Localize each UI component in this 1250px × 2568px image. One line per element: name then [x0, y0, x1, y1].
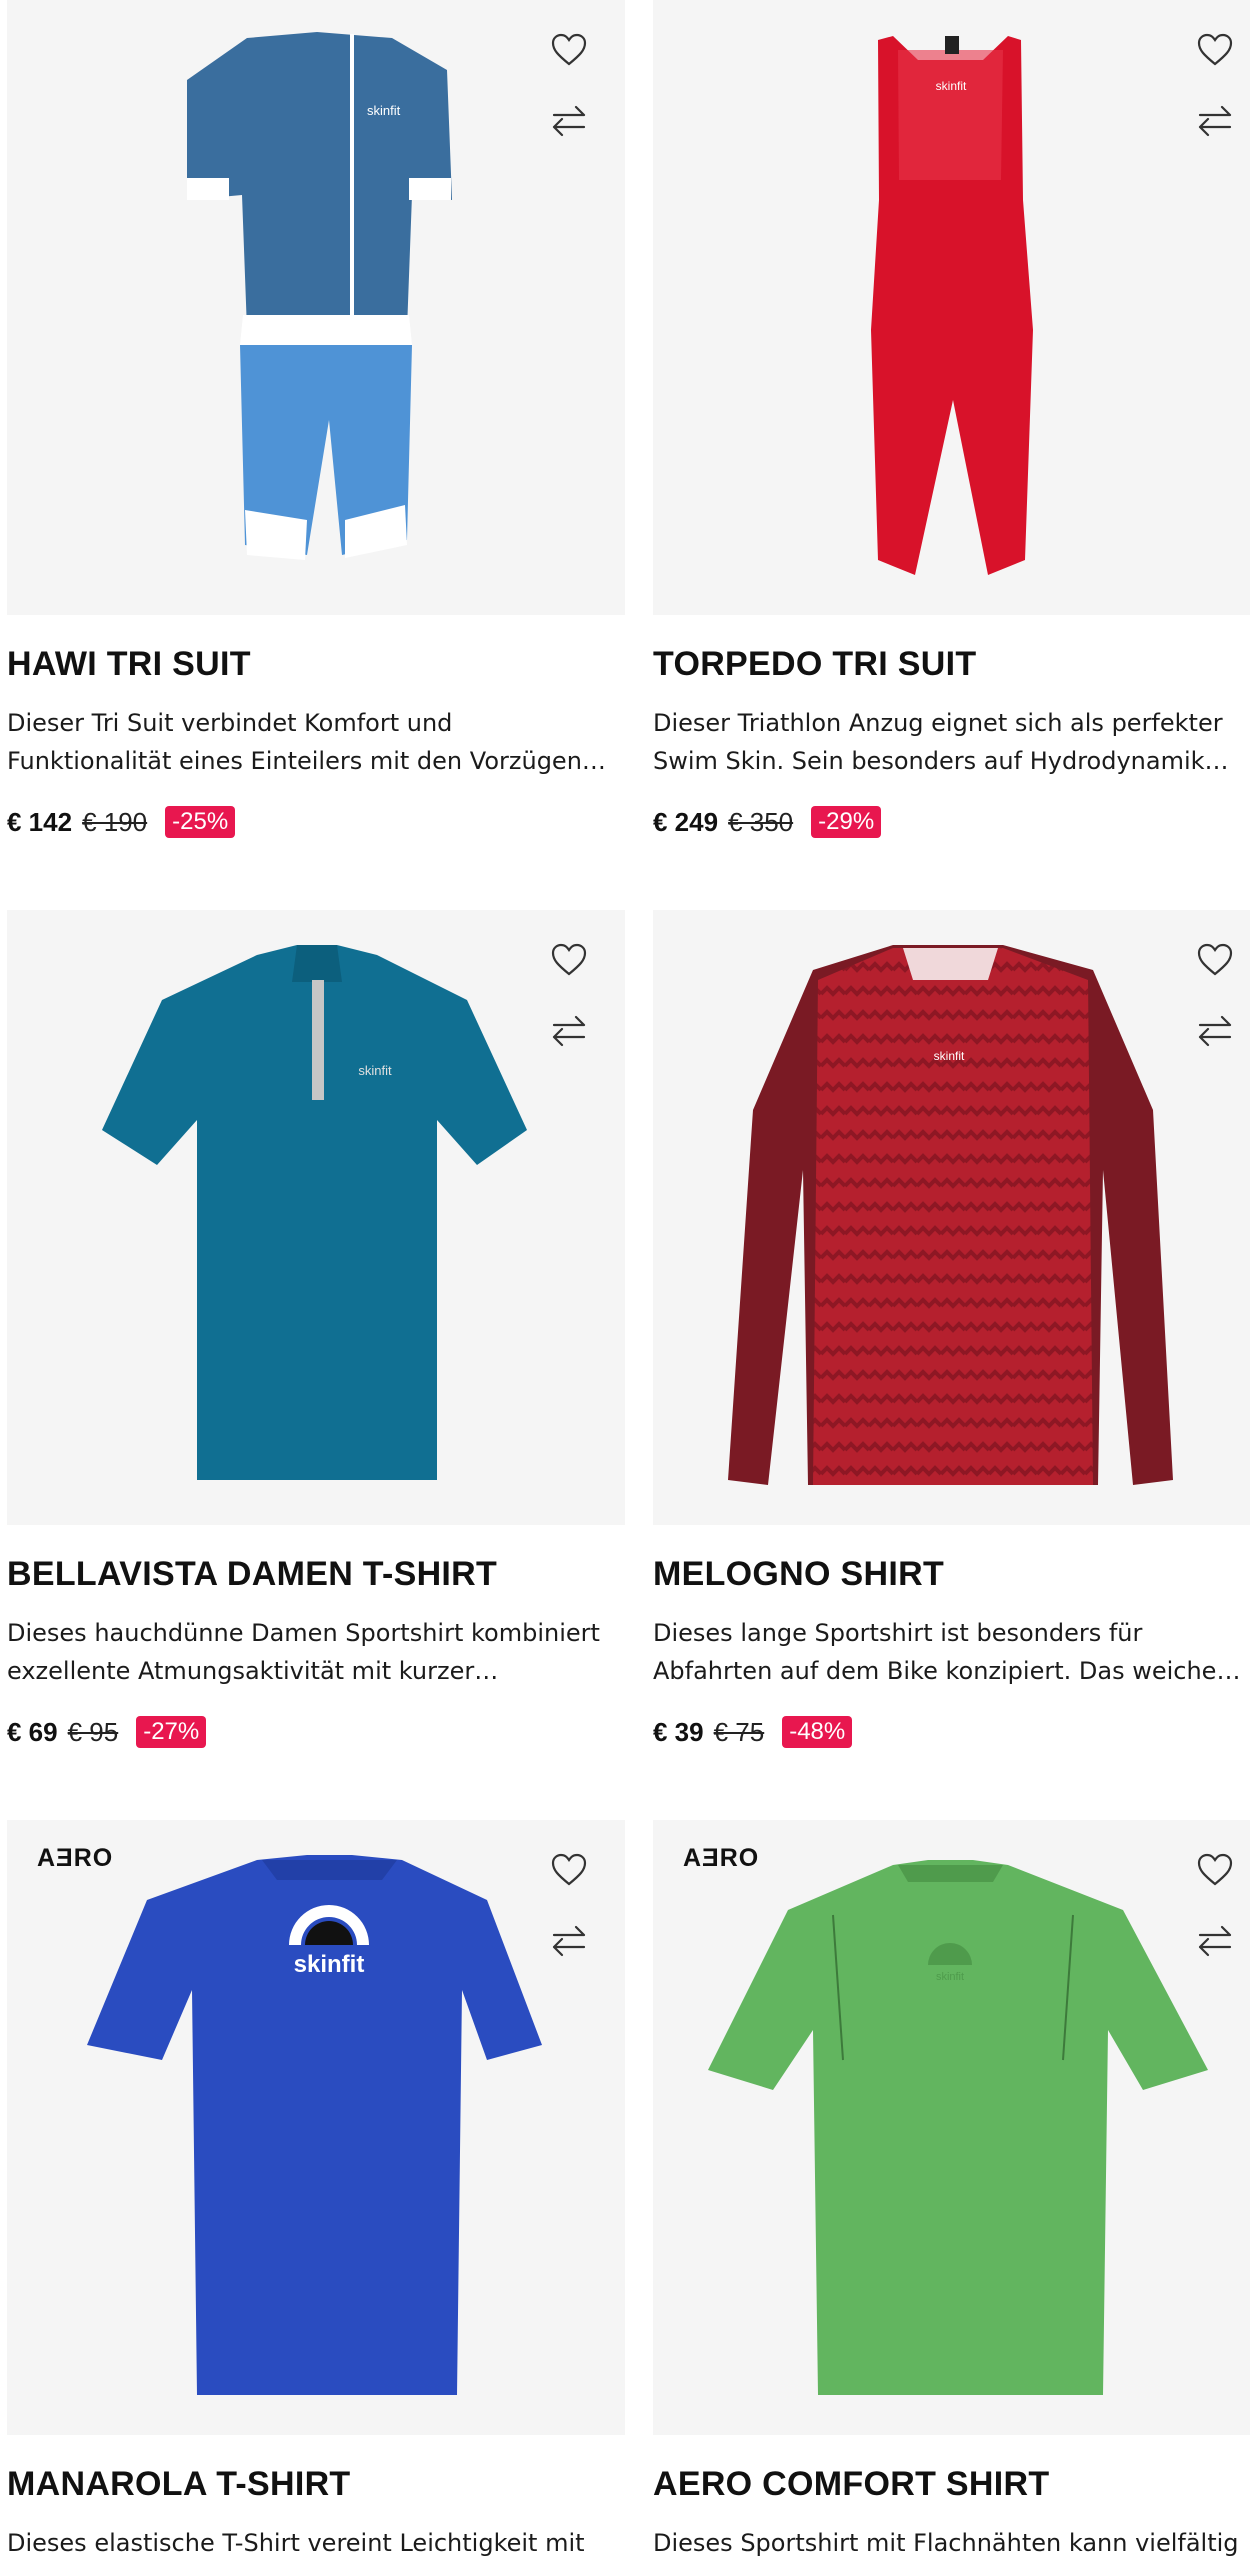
product-description: Dieses Sportshirt mit Flachnähten kann v…: [653, 2529, 1239, 2558]
product-title[interactable]: AERO COMFORT SHIRT: [653, 2465, 1250, 2504]
compare-icon[interactable]: [1195, 1010, 1235, 1050]
current-price: € 249: [653, 806, 719, 837]
heart-icon[interactable]: [1195, 1850, 1235, 1890]
product-title[interactable]: HAWI TRI SUIT: [7, 645, 625, 684]
zip-tshirt-petrol-image: skinfit: [102, 945, 527, 1480]
heart-icon[interactable]: [1195, 940, 1235, 980]
old-price: € 95: [67, 1716, 119, 1747]
price-row: € 142 € 190 -25%: [7, 806, 625, 839]
old-price: € 190: [82, 806, 148, 837]
price-row: € 69 € 95 -27%: [7, 1716, 625, 1749]
compare-icon[interactable]: [1195, 100, 1235, 140]
brand-logo: skinfit: [936, 1971, 964, 1983]
brand-logo: skinfit: [934, 1049, 965, 1063]
compare-icon[interactable]: [549, 100, 589, 140]
brand-logo: skinfit: [367, 103, 401, 118]
current-price: € 69: [7, 1716, 58, 1747]
product-image[interactable]: skinfit: [7, 0, 625, 615]
current-price: € 142: [7, 806, 73, 837]
discount-badge: -27%: [136, 1716, 207, 1749]
product-card[interactable]: skinfit TORPEDO TRI SUIT Dieser Triathlo…: [653, 0, 1250, 839]
old-price: € 75: [713, 1716, 765, 1747]
heart-icon[interactable]: [549, 940, 589, 980]
product-card[interactable]: skinfit HAWI TRI SUIT Dieser Tri Suit ve…: [7, 0, 625, 839]
product-image[interactable]: AƎRO skinfit: [7, 1820, 625, 2435]
old-price: € 350: [728, 806, 794, 837]
product-image[interactable]: AƎRO skinfit: [653, 1820, 1250, 2435]
heart-icon[interactable]: [549, 1850, 589, 1890]
product-grid: skinfit HAWI TRI SUIT Dieser Tri Suit ve…: [0, 0, 1250, 2568]
product-card[interactable]: skinfit BELLAVISTA DAMEN T-SHIRT Dieses …: [7, 910, 625, 1749]
discount-badge: -29%: [811, 806, 882, 839]
product-title[interactable]: TORPEDO TRI SUIT: [653, 645, 1250, 684]
heart-icon[interactable]: [1195, 30, 1235, 70]
product-description: Dieses lange Sportshirt ist besonders fü…: [653, 1619, 1217, 1686]
brand-logo: skinfit: [358, 1063, 392, 1078]
compare-icon[interactable]: [549, 1010, 589, 1050]
tri-suit-blue-image: skinfit: [187, 32, 452, 560]
discount-badge: -25%: [165, 806, 236, 839]
product-card[interactable]: AƎRO skinfit MANAROLA T-SHIRT Dieses ela…: [7, 1820, 625, 2562]
longsleeve-red-image: skinfit: [728, 945, 1173, 1485]
product-image[interactable]: skinfit: [653, 0, 1250, 615]
heart-icon[interactable]: [549, 30, 589, 70]
compare-icon[interactable]: [1195, 1920, 1235, 1960]
product-description: Dieser Tri Suit verbindet Komfort und Fu…: [7, 709, 582, 776]
price-row: € 249 € 350 -29%: [653, 806, 1250, 839]
product-description: Dieses hauchdünne Damen Sportshirt kombi…: [7, 1619, 600, 1686]
product-title[interactable]: BELLAVISTA DAMEN T-SHIRT: [7, 1555, 625, 1594]
swim-skin-red-image: skinfit: [871, 36, 1033, 575]
product-image[interactable]: skinfit: [653, 910, 1250, 1525]
product-title[interactable]: MANAROLA T-SHIRT: [7, 2465, 625, 2504]
product-image[interactable]: skinfit: [7, 910, 625, 1525]
product-card[interactable]: AƎRO skinfit AERO COMFORT SHIRT Dieses S…: [653, 1820, 1250, 2562]
product-description: Dieser Triathlon Anzug eignet sich als p…: [653, 709, 1223, 776]
product-description: Dieses elastische T-Shirt vereint Leicht…: [7, 2529, 585, 2558]
tshirt-blue-image: skinfit: [87, 1855, 542, 2395]
discount-badge: -48%: [782, 1716, 853, 1749]
brand-logo: skinfit: [294, 1951, 365, 1978]
price-row: € 39 € 75 -48%: [653, 1716, 1250, 1749]
product-title[interactable]: MELOGNO SHIRT: [653, 1555, 1250, 1594]
brand-logo: skinfit: [936, 79, 967, 93]
compare-icon[interactable]: [549, 1920, 589, 1960]
tshirt-green-image: skinfit: [708, 1860, 1208, 2395]
product-card[interactable]: skinfit MELOGNO SHIRT Dieses lange Sport…: [653, 910, 1250, 1749]
current-price: € 39: [653, 1716, 704, 1747]
